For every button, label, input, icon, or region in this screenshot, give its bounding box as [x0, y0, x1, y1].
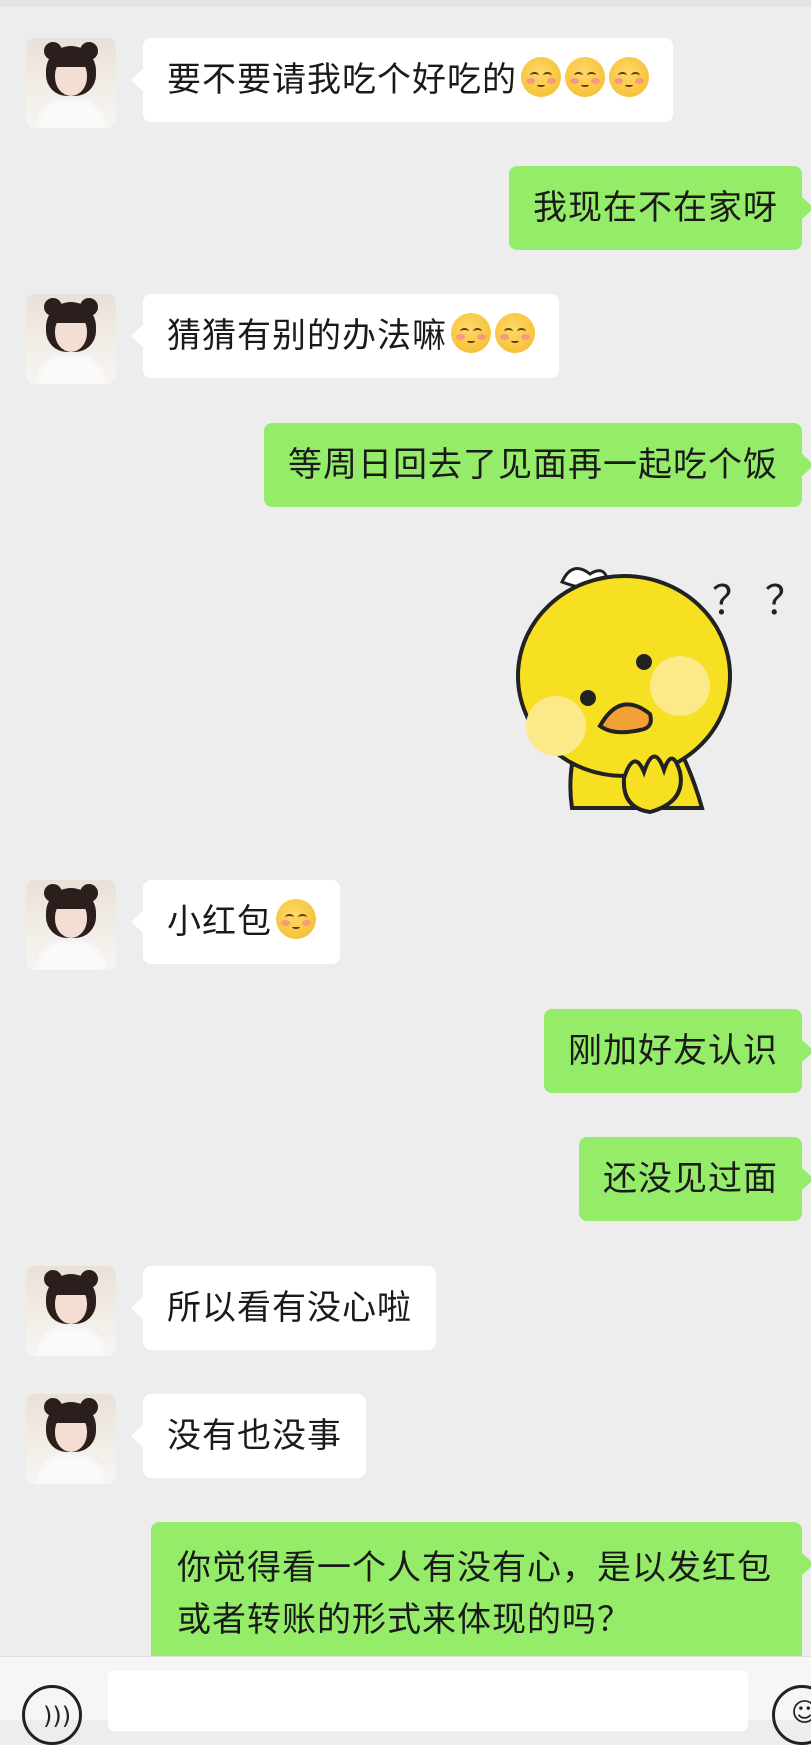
message-text: 还没见过面: [603, 1159, 778, 1199]
emoji-icon[interactable]: ☺: [772, 1685, 811, 1745]
message-bubble-incoming[interactable]: 所以看有没心啦: [131, 1266, 436, 1350]
message-text: 我现在不在家呀: [533, 188, 778, 228]
message-text: 所以看有没心啦: [167, 1288, 412, 1328]
contact-avatar[interactable]: [26, 880, 116, 970]
top-divider: [0, 0, 811, 6]
message-bubble-outgoing[interactable]: 还没见过面: [579, 1137, 811, 1221]
chat-input-bar: ))) ☺: [0, 1656, 811, 1745]
blush-smile-emoji-icon: [609, 57, 649, 97]
message-text: 你觉得看一个人有没有心，是以发红包或者转账的形式来体现的吗？: [177, 1548, 772, 1640]
message-bubble-incoming[interactable]: 要不要请我吃个好吃的: [131, 38, 673, 122]
message-bubble-outgoing[interactable]: 刚加好友认识: [544, 1009, 811, 1093]
contact-avatar[interactable]: [26, 294, 116, 384]
message-text: 猜猜有别的办法嘛: [167, 316, 447, 356]
blush-smile-emoji-icon: [495, 313, 535, 353]
message-bubble-incoming[interactable]: 猜猜有别的办法嘛: [131, 294, 559, 378]
message-bubble-incoming[interactable]: 小红包: [131, 880, 340, 964]
blush-smile-emoji-icon: [521, 57, 561, 97]
sticker-question-marks: ？ ？: [712, 578, 792, 624]
blush-smile-emoji-icon: [451, 313, 491, 353]
message-input[interactable]: [108, 1671, 748, 1731]
thinking-duck-sticker[interactable]: ？ ？: [512, 558, 792, 836]
message-bubble-incoming[interactable]: 没有也没事: [131, 1394, 366, 1478]
contact-avatar[interactable]: [26, 38, 116, 128]
message-text: 没有也没事: [167, 1416, 342, 1456]
message-text: 要不要请我吃个好吃的: [167, 60, 517, 100]
blush-smile-emoji-icon: [276, 899, 316, 939]
blush-smile-emoji-icon: [565, 57, 605, 97]
contact-avatar[interactable]: [26, 1394, 116, 1484]
contact-avatar[interactable]: [26, 1266, 116, 1356]
message-bubble-outgoing[interactable]: 等周日回去了见面再一起吃个饭: [264, 423, 811, 507]
voice-icon[interactable]: ))): [22, 1685, 82, 1745]
message-text: 刚加好友认识: [568, 1031, 778, 1071]
message-bubble-outgoing[interactable]: 我现在不在家呀: [509, 166, 811, 250]
message-text: 等周日回去了见面再一起吃个饭: [288, 445, 778, 485]
message-text: 小红包: [167, 902, 272, 942]
message-bubble-outgoing[interactable]: 你觉得看一个人有没有心，是以发红包或者转账的形式来体现的吗？: [151, 1522, 811, 1666]
